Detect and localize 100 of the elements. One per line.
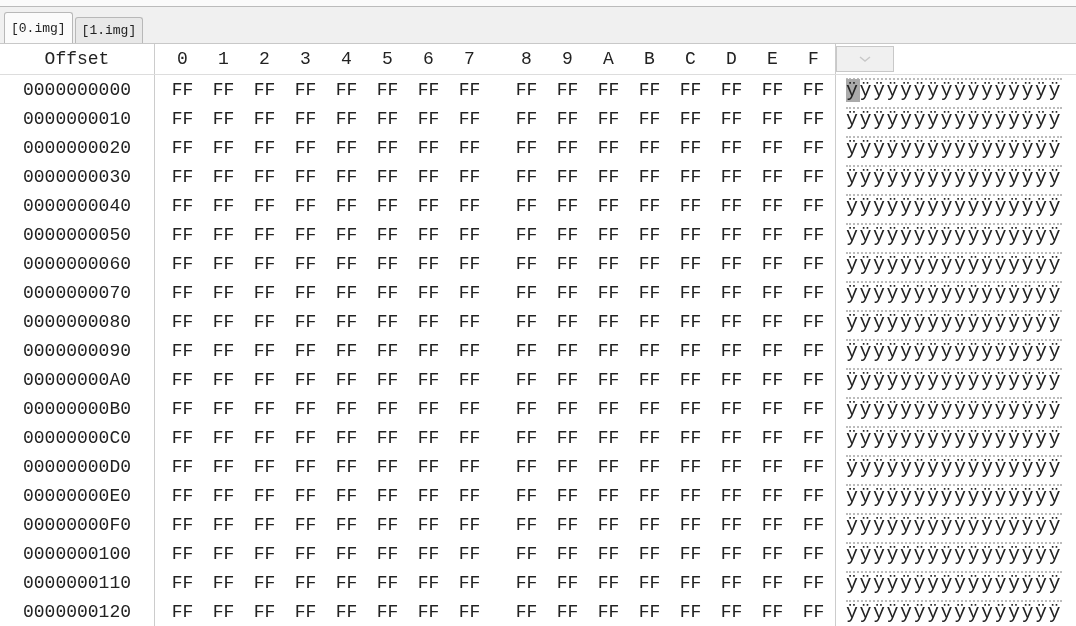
byte-cell-text: FF (416, 108, 441, 129)
byte-cell-text: FF (678, 311, 703, 332)
ascii-text: ÿÿÿÿÿÿÿÿÿÿÿÿÿÿÿÿ (846, 425, 1063, 450)
byte-cell-text: FF (514, 340, 539, 361)
byte-cell-text: FF (416, 369, 441, 390)
byte-cell-text: FF (334, 137, 359, 158)
byte-cell-text: FF (170, 108, 195, 129)
byte-cell-text: FF (801, 543, 826, 564)
byte-cell-text: FF (334, 456, 359, 477)
byte-cell-text: FF (252, 195, 277, 216)
byte-cell-text: FF (801, 340, 826, 361)
byte-cell-text: FF (293, 195, 318, 216)
byte-cell-text: FF (596, 108, 621, 129)
byte-cell-text: FF (801, 398, 826, 419)
byte-cell-text: FF (211, 79, 236, 100)
offset-cell: 00000000A0 (23, 369, 131, 390)
byte-cell-text: FF (637, 79, 662, 100)
byte-cell-text: FF (293, 572, 318, 593)
byte-cell-text: FF (170, 282, 195, 303)
byte-cell-text: FF (637, 195, 662, 216)
column-header: F (807, 49, 820, 69)
byte-cell-text: FF (252, 311, 277, 332)
byte-cell-text: FF (375, 79, 400, 100)
byte-cell-text: FF (416, 224, 441, 245)
byte-cell-text: FF (211, 601, 236, 622)
byte-cell-text: FF (678, 108, 703, 129)
byte-cell-text: FF (760, 456, 785, 477)
byte-cell-text: FF (211, 572, 236, 593)
byte-cell-text: FF (457, 572, 482, 593)
byte-cell-text: FF (514, 398, 539, 419)
byte-cell-text: FF (416, 253, 441, 274)
byte-cell-text: FF (637, 166, 662, 187)
byte-cell-text: FF (334, 166, 359, 187)
byte-cell-text: FF (252, 79, 277, 100)
byte-cell-text: FF (760, 427, 785, 448)
column-header: B (643, 49, 656, 69)
byte-cell-text: FF (293, 601, 318, 622)
byte-cell-text: FF (416, 195, 441, 216)
byte-cell-text: FF (678, 253, 703, 274)
byte-cell-text: FF (375, 340, 400, 361)
byte-cell-text: FF (801, 427, 826, 448)
byte-cell-text: FF (555, 456, 580, 477)
byte-cell-text: FF (293, 340, 318, 361)
offset-cell: 00000000D0 (23, 456, 131, 477)
byte-cell-text: FF (293, 166, 318, 187)
byte-cell-text: FF (170, 79, 195, 100)
byte-cell-text: FF (801, 224, 826, 245)
byte-cell-text: FF (375, 166, 400, 187)
byte-cell-text: FF (678, 369, 703, 390)
offset-cell: 0000000050 (23, 224, 131, 245)
byte-cell-text: FF (719, 108, 744, 129)
file-tab[interactable]: [1.img] (74, 17, 144, 43)
byte-cell-text: FF (555, 137, 580, 158)
offset-cell: 0000000000 (23, 79, 131, 100)
ascii-text: ÿÿÿÿÿÿÿÿÿÿÿÿÿÿÿÿ (846, 541, 1063, 566)
byte-cell-text: FF (555, 427, 580, 448)
column-header: 7 (463, 49, 476, 69)
byte-cell-text: FF (678, 282, 703, 303)
column-header: 6 (422, 49, 435, 69)
ascii-text: ÿÿÿÿÿÿÿÿÿÿÿÿÿÿÿÿ (846, 512, 1063, 537)
byte-cell-text: FF (170, 543, 195, 564)
ascii-text: ÿÿÿÿÿÿÿÿÿÿÿÿÿÿÿÿ (846, 599, 1063, 624)
byte-cell-text: FF (801, 514, 826, 535)
byte-cell-text: FF (170, 427, 195, 448)
byte-cell-text: FF (375, 137, 400, 158)
byte-cell-text: FF (596, 282, 621, 303)
offset-cell: 00000000F0 (23, 514, 131, 535)
byte-cell-text: FF (252, 456, 277, 477)
byte-cell-text: FF (637, 543, 662, 564)
byte-cell-text: FF (334, 427, 359, 448)
offset-cell: 0000000100 (23, 543, 131, 564)
byte-cell-text: FF (637, 369, 662, 390)
byte-cell-text: FF (801, 601, 826, 622)
byte-cell-text: FF (514, 514, 539, 535)
byte-cell-text: FF (457, 195, 482, 216)
byte-cell-text: FF (416, 79, 441, 100)
byte-cell-text: FF (457, 166, 482, 187)
column-header: E (766, 49, 779, 69)
ascii-text: ÿÿÿÿÿÿÿÿÿÿÿÿÿÿÿÿ (846, 454, 1063, 479)
file-tab[interactable]: [0.img] (4, 12, 73, 43)
byte-cell-text: FF (170, 369, 195, 390)
byte-cell-text: FF (375, 398, 400, 419)
byte-cell-text: FF (596, 601, 621, 622)
chevron-down-icon (858, 55, 872, 63)
byte-cell-text: FF (170, 253, 195, 274)
byte-cell-text: FF (252, 514, 277, 535)
byte-cell-text: FF (637, 456, 662, 477)
offset-cell: 0000000080 (23, 311, 131, 332)
byte-cell-text: FF (457, 253, 482, 274)
byte-cell-text: FF (760, 137, 785, 158)
byte-cell-text: FF (801, 195, 826, 216)
byte-cell-text: FF (555, 543, 580, 564)
byte-cell-text: FF (514, 195, 539, 216)
dropdown-button[interactable] (836, 46, 894, 72)
byte-cell-text: FF (334, 282, 359, 303)
byte-cell-text: FF (678, 224, 703, 245)
byte-cell-text: FF (375, 311, 400, 332)
byte-cell-text: FF (555, 108, 580, 129)
offset-cell: 00000000E0 (23, 485, 131, 506)
byte-cell-text: FF (514, 108, 539, 129)
